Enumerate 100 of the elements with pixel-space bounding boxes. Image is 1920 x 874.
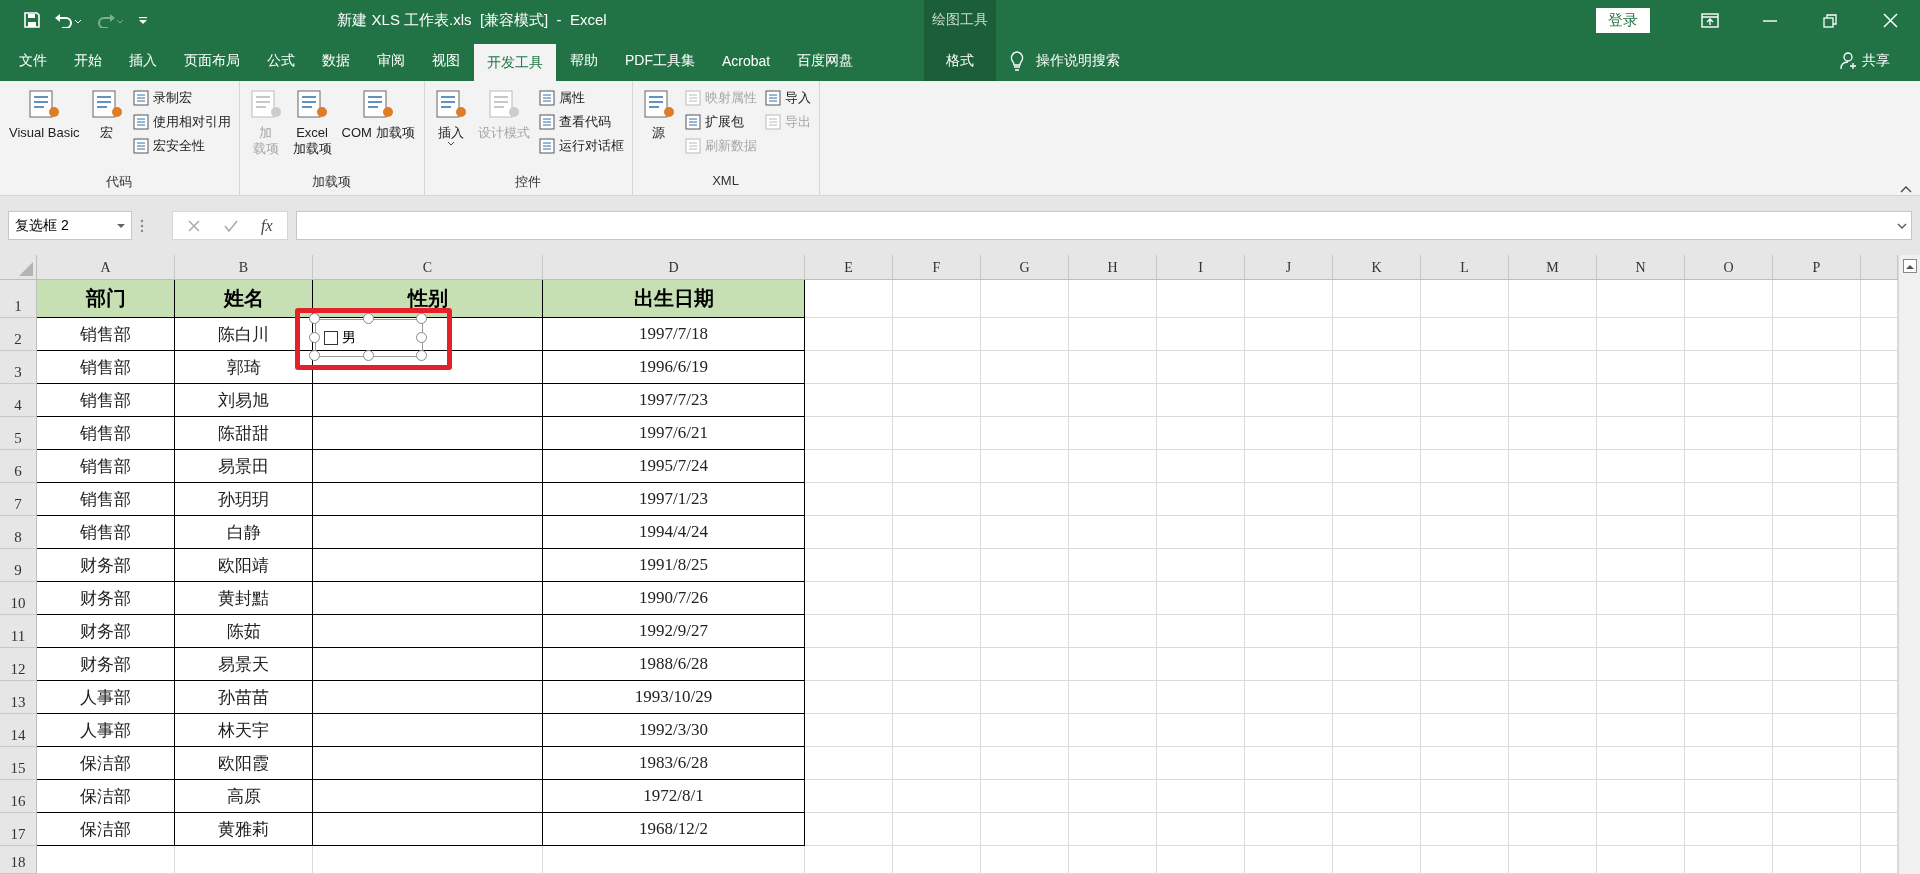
column-header[interactable]: K xyxy=(1333,255,1421,280)
ribbon-button[interactable]: 使用相对引用 xyxy=(130,111,233,133)
caret-icon xyxy=(117,222,125,229)
resize-handle[interactable] xyxy=(416,313,427,324)
ribbon-button[interactable]: 录制宏 xyxy=(130,87,233,109)
row-header[interactable]: 11 xyxy=(0,615,37,648)
ribbon-button[interactable]: 宏安全性 xyxy=(130,135,233,157)
table-cell: 1996/6/19 xyxy=(543,351,805,384)
ribbon-button[interactable]: COM 加载项 xyxy=(338,85,418,173)
column-header[interactable]: F xyxy=(893,255,981,280)
row-header[interactable]: 15 xyxy=(0,747,37,780)
ribbon-button[interactable]: 源 xyxy=(638,85,679,173)
ribbon-tab[interactable]: 开始 xyxy=(61,40,115,81)
ribbon-tab[interactable]: 开发工具 xyxy=(474,44,556,81)
undo-icon[interactable] xyxy=(54,12,82,28)
ribbon-tab[interactable]: 页面布局 xyxy=(171,40,253,81)
column-header[interactable]: D xyxy=(543,255,805,280)
row-header[interactable]: 5 xyxy=(0,417,37,450)
table-cell: 销售部 xyxy=(37,450,175,483)
resize-handle[interactable] xyxy=(362,313,374,324)
resize-handle[interactable] xyxy=(309,350,320,361)
tell-me-search[interactable]: 操作说明搜索 xyxy=(1036,51,1120,70)
row-header[interactable]: 3 xyxy=(0,351,37,384)
table-cell: 销售部 xyxy=(37,417,175,450)
customize-icon[interactable] xyxy=(138,15,148,25)
ribbon-button[interactable]: 宏 xyxy=(86,85,127,173)
lightbulb-icon[interactable] xyxy=(1010,50,1024,71)
resize-handle[interactable] xyxy=(416,350,427,361)
row-header[interactable]: 1 xyxy=(0,280,37,318)
column-header[interactable]: P xyxy=(1773,255,1861,280)
scroll-up-icon[interactable] xyxy=(1905,263,1914,269)
row-header[interactable]: 14 xyxy=(0,714,37,747)
ribbon-tab[interactable]: 帮助 xyxy=(557,40,611,81)
column-header[interactable]: H xyxy=(1069,255,1157,280)
column-header[interactable]: B xyxy=(175,255,313,280)
share-button[interactable]: 共享 xyxy=(1840,51,1890,70)
save-icon[interactable] xyxy=(24,12,40,28)
row-header[interactable]: 12 xyxy=(0,648,37,681)
ribbon-button[interactable]: Visual Basic xyxy=(6,85,83,173)
ribbon-tab[interactable]: PDF工具集 xyxy=(612,40,708,81)
ribbon-button[interactable]: Excel 加载项 xyxy=(289,85,335,173)
column-header[interactable]: G xyxy=(981,255,1069,280)
resize-handle[interactable] xyxy=(362,350,374,361)
column-header[interactable]: L xyxy=(1421,255,1509,280)
restore-icon[interactable] xyxy=(1821,11,1839,29)
row-header[interactable]: 4 xyxy=(0,384,37,417)
ribbon-tab[interactable]: 审阅 xyxy=(364,40,418,81)
resize-handle[interactable] xyxy=(309,313,320,324)
vertical-scrollbar[interactable] xyxy=(1898,255,1920,874)
checkbox[interactable] xyxy=(324,331,338,345)
column-header[interactable]: C xyxy=(313,255,543,280)
table-cell: 1983/6/28 xyxy=(543,747,805,780)
column-header[interactable]: E xyxy=(805,255,893,280)
list-icon xyxy=(132,90,149,106)
row-header[interactable]: 18 xyxy=(0,846,37,874)
table-cell: 陈甜甜 xyxy=(175,417,313,450)
row-header[interactable]: 8 xyxy=(0,516,37,549)
row-header[interactable]: 17 xyxy=(0,813,37,846)
resize-handle[interactable] xyxy=(416,331,427,343)
resize-handle[interactable] xyxy=(309,331,320,343)
group-label: XML xyxy=(711,173,740,190)
column-header[interactable]: N xyxy=(1597,255,1685,280)
table-cell: 1992/3/30 xyxy=(543,714,805,747)
ribbon-button[interactable]: 导入 xyxy=(762,87,813,109)
check-icon[interactable] xyxy=(223,218,239,233)
ribbon-button[interactable]: 运行对话框 xyxy=(536,135,626,157)
window-title: 新建 XLS 工作表.xls [兼容模式] - Excel xyxy=(336,10,608,30)
ribbon-button[interactable]: 插入 xyxy=(430,85,471,173)
row-header[interactable]: 16 xyxy=(0,780,37,813)
column-header[interactable]: I xyxy=(1157,255,1245,280)
ribbon-tab[interactable]: 插入 xyxy=(116,40,170,81)
close-icon[interactable] xyxy=(1881,11,1899,29)
ribbon-button[interactable]: 查看代码 xyxy=(536,111,626,133)
column-header[interactable]: M xyxy=(1509,255,1597,280)
column-header[interactable]: J xyxy=(1245,255,1333,280)
name-box[interactable]: 复选框 2 xyxy=(8,211,132,240)
table-cell: 1968/12/2 xyxy=(543,813,805,846)
ribbon-button[interactable]: 属性 xyxy=(536,87,626,109)
ribbon-button[interactable]: 扩展包 xyxy=(682,111,759,133)
formula-field[interactable] xyxy=(295,211,1912,240)
ribbon-tab[interactable]: Acrobat xyxy=(709,40,784,81)
ribbon-tab[interactable]: 公式 xyxy=(254,40,308,81)
ribbon-tab[interactable]: 文件 xyxy=(6,40,60,81)
row-header[interactable]: 2 xyxy=(0,318,37,351)
table-cell: 易景天 xyxy=(175,648,313,681)
insert-function-button[interactable]: fx xyxy=(261,216,273,235)
row-header[interactable]: 7 xyxy=(0,483,37,516)
collapse-ribbon-icon[interactable] xyxy=(1900,185,1912,193)
column-header[interactable]: O xyxy=(1685,255,1773,280)
ribbon-tab[interactable]: 视图 xyxy=(419,40,473,81)
ribbon-tab[interactable]: 百度网盘 xyxy=(784,40,867,81)
row-header[interactable]: 9 xyxy=(0,549,37,582)
row-header[interactable]: 6 xyxy=(0,450,37,483)
sign-in-button[interactable]: 登录 xyxy=(1596,7,1650,33)
ribbon-tab[interactable]: 数据 xyxy=(309,40,363,81)
ribbon-display-icon[interactable] xyxy=(1701,11,1719,29)
table-cell: 陈茹 xyxy=(175,615,313,648)
row-header[interactable]: 10 xyxy=(0,582,37,615)
row-header[interactable]: 13 xyxy=(0,681,37,714)
column-header[interactable]: A xyxy=(37,255,175,280)
